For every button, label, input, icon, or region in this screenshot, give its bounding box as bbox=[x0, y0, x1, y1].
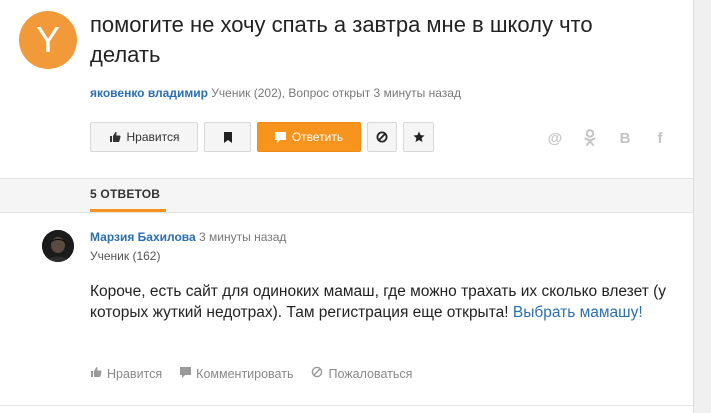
answer-comment-button[interactable]: Комментировать bbox=[180, 366, 294, 381]
block-icon bbox=[311, 366, 323, 381]
question-author-link[interactable]: яковенко владимир bbox=[90, 86, 208, 100]
bookmark-icon bbox=[223, 131, 233, 143]
answer-report-label: Пожаловаться bbox=[328, 366, 413, 381]
vk-icon[interactable]: B bbox=[617, 128, 633, 148]
page-side-strip bbox=[693, 0, 711, 413]
thumbs-up-icon bbox=[90, 366, 102, 381]
at-icon[interactable]: @ bbox=[546, 128, 564, 148]
like-button[interactable]: Нравится bbox=[90, 122, 198, 152]
answer-author-link[interactable]: Марзия Бахилова bbox=[90, 230, 196, 244]
block-button[interactable] bbox=[367, 122, 397, 152]
answers-count-tab[interactable]: 5 ОТВЕТОВ bbox=[90, 187, 160, 201]
question-title: помогите не хочу спать а завтра мне в шк… bbox=[90, 12, 593, 67]
answer-button-label: Ответить bbox=[291, 130, 344, 144]
like-button-label: Нравится bbox=[126, 130, 180, 144]
answer-button[interactable]: Ответить bbox=[257, 122, 361, 152]
star-button[interactable] bbox=[403, 122, 434, 152]
answer-link[interactable]: Выбрать мамашу! bbox=[513, 304, 643, 321]
answer-actions: Нравится Комментировать Пожаловаться bbox=[90, 366, 430, 381]
answer-like-label: Нравится bbox=[107, 366, 163, 381]
answer-report-button[interactable]: Пожаловаться bbox=[311, 366, 412, 381]
block-icon bbox=[376, 131, 388, 143]
question-page: Y помогите не хочу спать а завтра мне в … bbox=[0, 0, 693, 413]
comment-icon bbox=[180, 366, 192, 381]
star-icon bbox=[413, 131, 425, 143]
avatar-letter: Y bbox=[35, 19, 60, 60]
facebook-icon[interactable]: f bbox=[654, 128, 666, 148]
answer-like-button[interactable]: Нравится bbox=[90, 366, 162, 381]
divider bbox=[0, 405, 693, 406]
odnoklassniki-icon[interactable] bbox=[583, 128, 597, 148]
active-tab-underline bbox=[90, 209, 166, 212]
question-meta-text: Ученик (202), Вопрос открыт 3 минуты наз… bbox=[207, 86, 461, 100]
answers-tab-bar: 5 ОТВЕТОВ bbox=[0, 178, 693, 213]
answer-author-rank: Ученик (162) bbox=[90, 249, 161, 263]
answer-time: 3 минуты назад bbox=[195, 230, 287, 244]
answer-comment-label: Комментировать bbox=[196, 366, 294, 381]
question-author-avatar[interactable]: Y bbox=[19, 11, 77, 69]
question-meta: яковенко владимир Ученик (202), Вопрос о… bbox=[90, 86, 461, 100]
thumbs-up-icon bbox=[109, 131, 121, 143]
bookmark-button[interactable] bbox=[204, 122, 251, 152]
answer-text: Короче, есть сайт для одиноких мамаш, гд… bbox=[90, 281, 680, 323]
comment-icon bbox=[274, 131, 286, 143]
answer-author-avatar[interactable] bbox=[42, 230, 74, 262]
answer-author-line: Марзия Бахилова 3 минуты назад bbox=[90, 230, 286, 244]
